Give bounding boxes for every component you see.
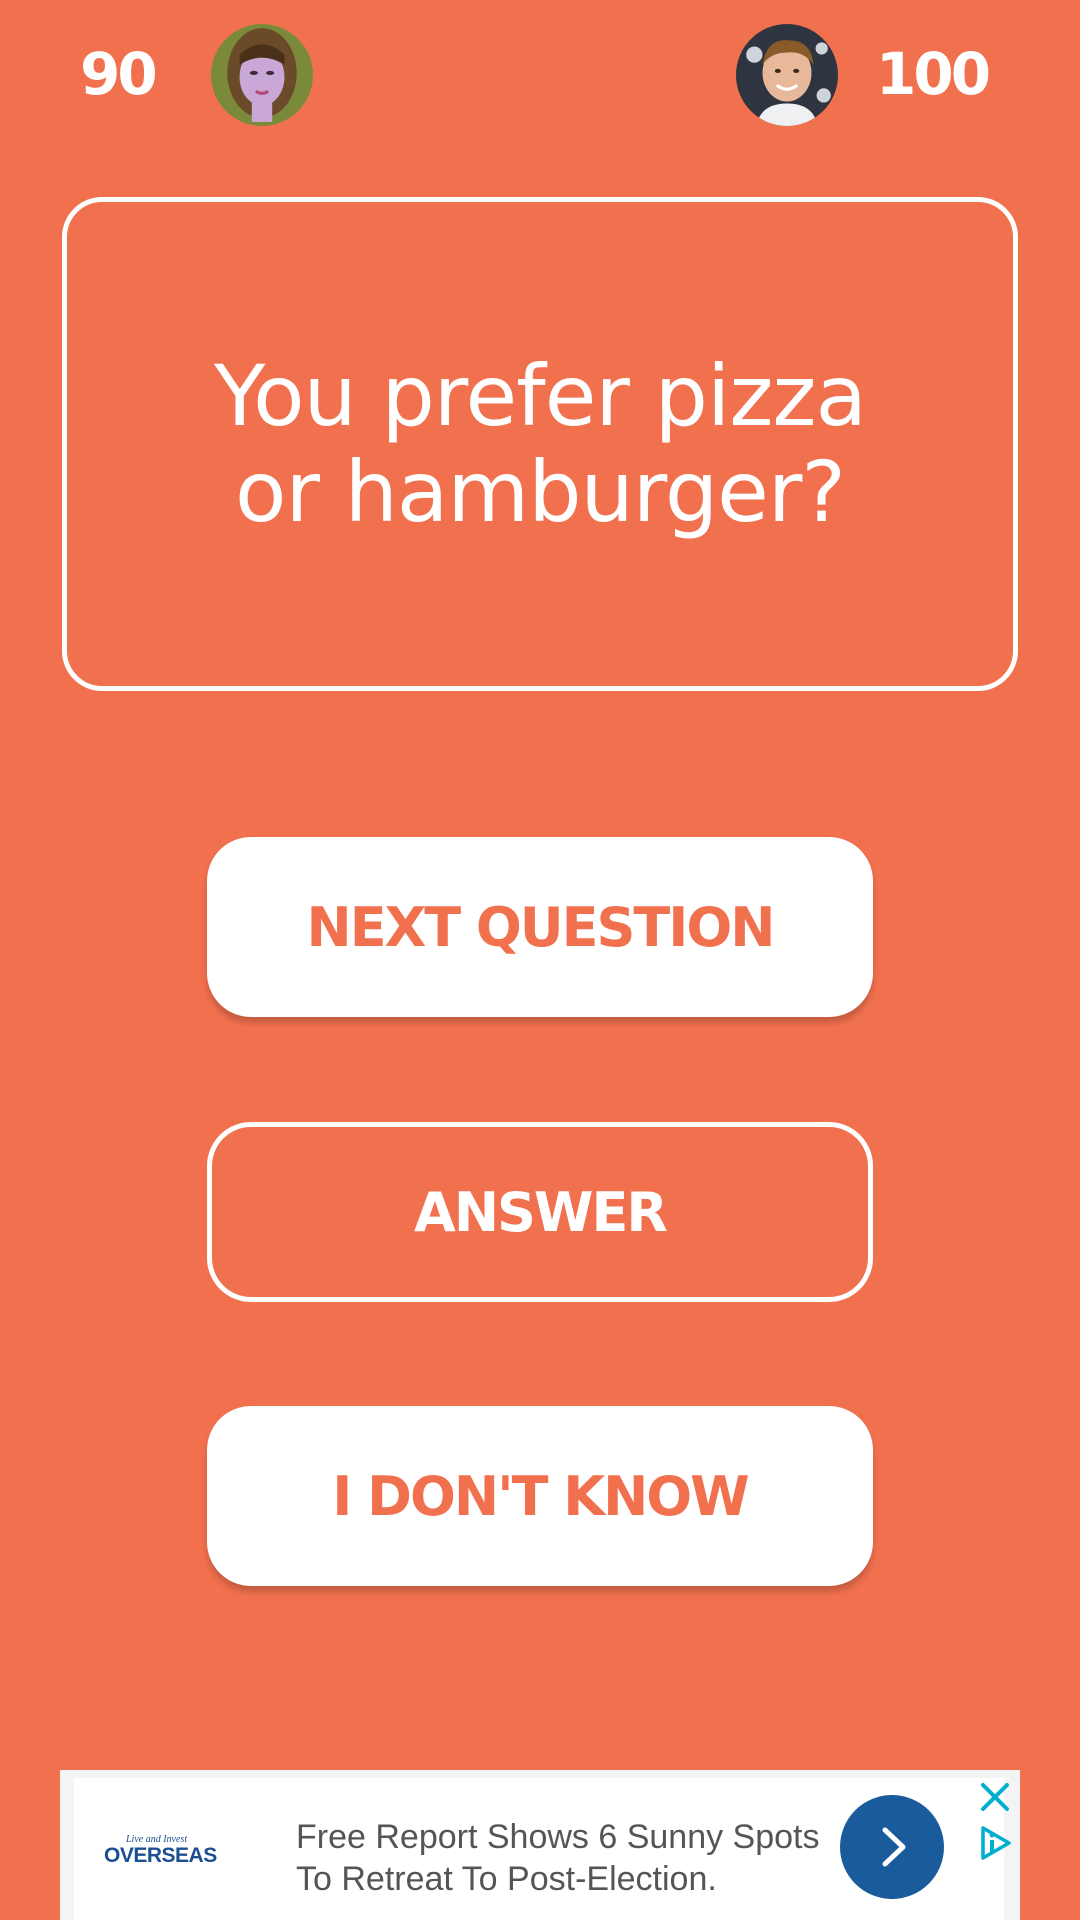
avatar-man-image xyxy=(736,24,838,126)
ad-text[interactable]: Free Report Shows 6 Sunny Spots To Retre… xyxy=(296,1816,856,1900)
question-card: You prefer pizza or hamburger? xyxy=(62,197,1018,691)
dont-know-button[interactable]: I DON'T KNOW xyxy=(207,1406,873,1586)
ad-cta-button[interactable] xyxy=(840,1795,944,1899)
adchoices-button[interactable] xyxy=(975,1824,1015,1862)
avatar-woman-image xyxy=(211,24,313,126)
ad-close-button[interactable] xyxy=(978,1780,1012,1814)
question-text: You prefer pizza or hamburger? xyxy=(214,347,867,541)
close-icon xyxy=(981,1783,1009,1811)
player-left-score: 90 xyxy=(80,40,158,108)
answer-button[interactable]: ANSWER xyxy=(207,1122,873,1302)
ad-text-line1: Free Report Shows 6 Sunny Spots xyxy=(296,1818,820,1856)
chevron-right-icon xyxy=(882,1827,906,1867)
ad-logo: Live and Invest OVERSEAS xyxy=(104,1834,217,1868)
player-right-score: 100 xyxy=(876,40,991,108)
adchoices-icon xyxy=(981,1826,1011,1860)
ad-text-line2: To Retreat To Post-Election. xyxy=(296,1860,717,1898)
ad-logo-name: OVERSEAS xyxy=(104,1844,217,1867)
next-question-button[interactable]: NEXT QUESTION xyxy=(207,837,873,1017)
player-left-avatar xyxy=(211,24,313,126)
player-right-avatar xyxy=(736,24,838,126)
